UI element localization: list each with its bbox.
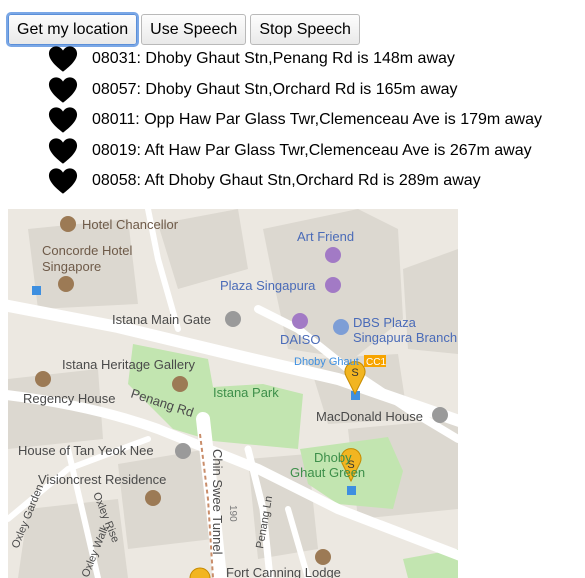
bank-icon xyxy=(333,319,349,335)
map-label: Dhoby Ghaut xyxy=(294,356,359,368)
map-label: DAISO xyxy=(280,332,320,347)
toolbar: Get my location Use Speech Stop Speech xyxy=(8,14,360,45)
shopping-icon xyxy=(325,277,341,293)
map-label: Regency House xyxy=(23,391,116,406)
bus-stop-icon xyxy=(347,486,356,495)
heart-icon xyxy=(48,77,78,103)
shopping-icon xyxy=(292,313,308,329)
stop-speech-button[interactable]: Stop Speech xyxy=(250,14,360,45)
hotel-icon xyxy=(60,216,76,232)
list-item: 08057: Dhoby Ghaut Stn,Orchard Rd is 165… xyxy=(48,75,542,106)
svg-text:S: S xyxy=(351,367,358,379)
museum-icon xyxy=(172,376,188,392)
landmark-icon xyxy=(175,443,191,459)
bus-stop-icon xyxy=(32,286,41,295)
heart-icon xyxy=(48,168,78,194)
hotel-icon xyxy=(58,276,74,292)
map-label: Art Friend xyxy=(297,229,354,244)
list-item: 08058: Aft Dhoby Ghaut Stn,Orchard Rd is… xyxy=(48,166,542,197)
map-label: Singapore xyxy=(42,259,101,274)
map-label: Istana Heritage Gallery xyxy=(62,357,195,372)
heart-icon xyxy=(48,138,78,164)
map-label: House of Tan Yeok Nee xyxy=(18,443,154,458)
shopping-icon xyxy=(325,247,341,263)
map-label: Hotel Chancellor xyxy=(82,217,179,232)
map[interactable]: S S Hotel Chancellor Concorde Hotel Sing… xyxy=(8,209,458,578)
heart-icon xyxy=(48,107,78,133)
map-label: Fort Canning Lodge xyxy=(226,565,341,578)
map-label: 190 xyxy=(227,505,238,522)
stop-text: 08057: Dhoby Ghaut Stn,Orchard Rd is 165… xyxy=(92,80,458,98)
list-item: 08011: Opp Haw Par Glass Twr,Clemenceau … xyxy=(48,105,542,136)
map-canvas[interactable]: S S Hotel Chancellor Concorde Hotel Sing… xyxy=(8,209,458,578)
hotel-icon xyxy=(35,371,51,387)
use-speech-button[interactable]: Use Speech xyxy=(141,14,247,45)
stop-text: 08058: Aft Dhoby Ghaut Stn,Orchard Rd is… xyxy=(92,172,481,190)
heart-icon xyxy=(48,46,78,72)
map-label: Visioncrest Residence xyxy=(38,472,166,487)
map-label: Istana Park xyxy=(213,385,279,400)
stop-text: 08019: Aft Haw Par Glass Twr,Clemenceau … xyxy=(92,141,532,159)
stop-text: 08011: Opp Haw Par Glass Twr,Clemenceau … xyxy=(92,111,543,129)
list-item: 08019: Aft Haw Par Glass Twr,Clemenceau … xyxy=(48,136,542,167)
landmark-icon xyxy=(432,407,448,423)
map-label: Plaza Singapura xyxy=(220,278,316,293)
hotel-icon xyxy=(315,549,331,565)
stop-text: 08031: Dhoby Ghaut Stn,Penang Rd is 148m… xyxy=(92,50,455,68)
map-label: Istana Main Gate xyxy=(112,312,211,327)
map-label: Singapura Branch xyxy=(353,330,457,345)
bus-stop-list: 08031: Dhoby Ghaut Stn,Penang Rd is 148m… xyxy=(48,44,542,197)
get-location-button[interactable]: Get my location xyxy=(8,14,138,45)
map-label: MacDonald House xyxy=(316,409,423,424)
landmark-icon xyxy=(225,311,241,327)
line-badge-label: CC1 xyxy=(366,357,386,368)
map-label: Concorde Hotel xyxy=(42,243,132,258)
place-icon xyxy=(145,490,161,506)
list-item: 08031: Dhoby Ghaut Stn,Penang Rd is 148m… xyxy=(48,44,542,75)
street-label: Chin Swee Tunnel xyxy=(210,449,225,555)
map-label: Ghaut Green xyxy=(290,465,365,480)
map-label: Dhoby xyxy=(314,450,352,465)
map-label: DBS Plaza xyxy=(353,315,417,330)
